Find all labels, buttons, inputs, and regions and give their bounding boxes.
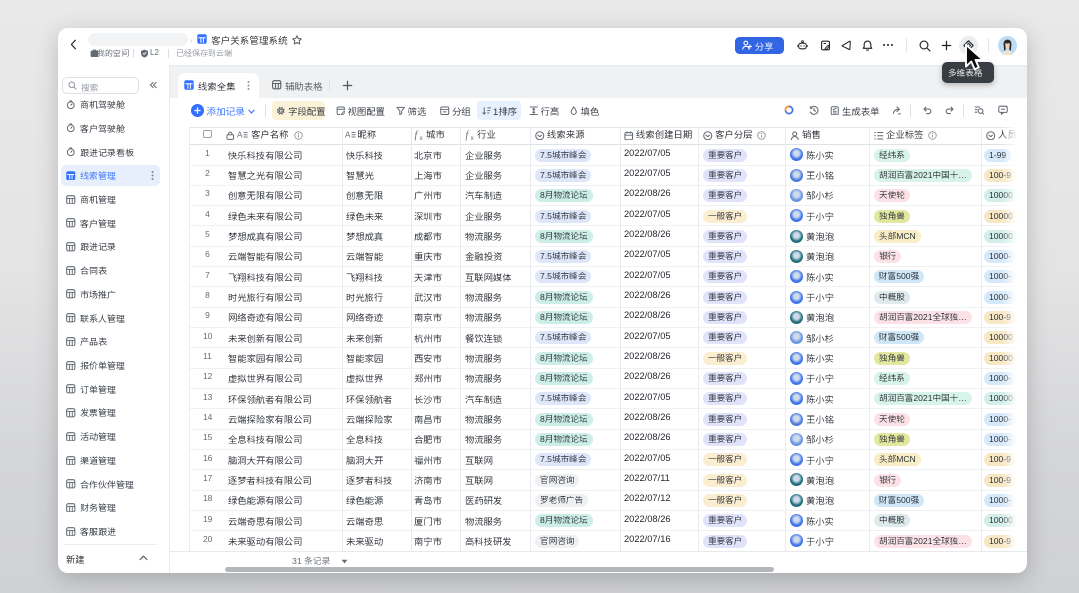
- svg-text:x: x: [470, 135, 474, 141]
- svg-text:A: A: [345, 130, 351, 138]
- svg-text:f: f: [414, 130, 418, 141]
- svg-text:A: A: [237, 130, 243, 138]
- svg-text:f: f: [465, 130, 469, 141]
- svg-text:x: x: [419, 135, 423, 141]
